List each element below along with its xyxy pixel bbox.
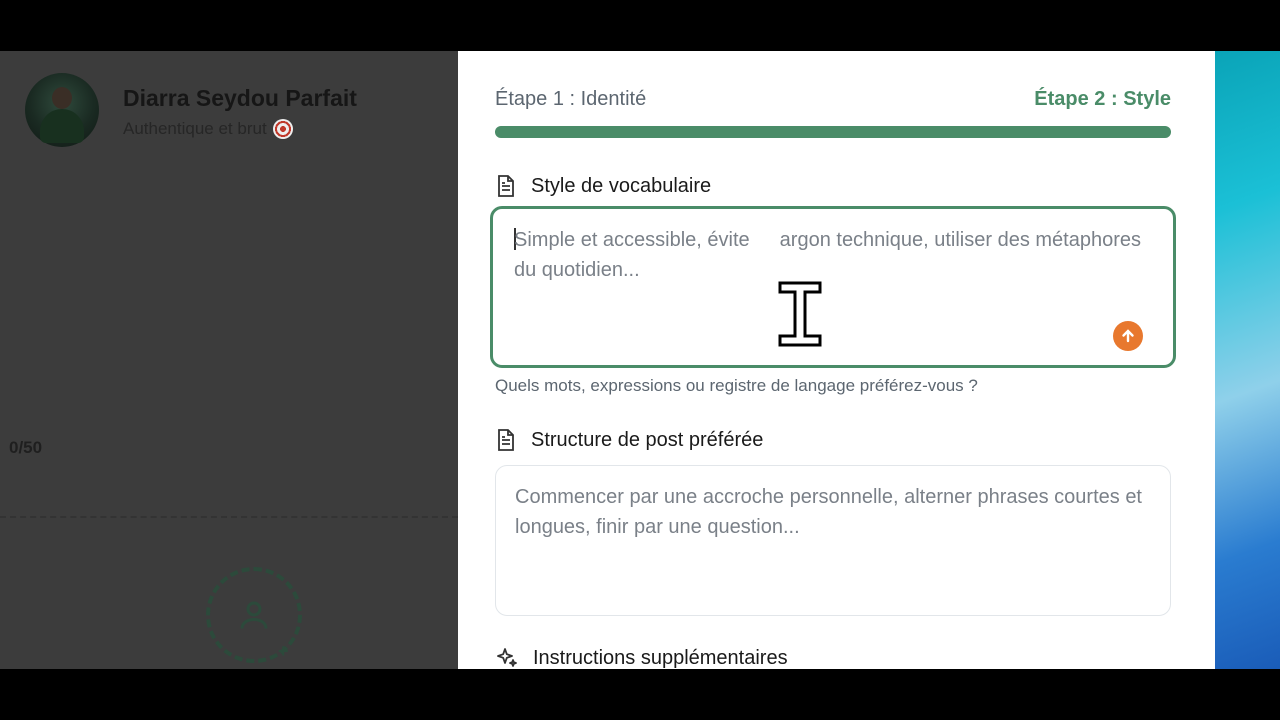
- progress-fill: [495, 126, 1171, 138]
- document-icon: [498, 175, 514, 197]
- progress-bar: [495, 126, 1171, 138]
- vocab-field-label: Style de vocabulaire: [495, 174, 711, 198]
- document-icon: [498, 429, 514, 451]
- profile-subtitle-text: Authentique et brut: [123, 119, 267, 138]
- background-page: Diarra Seydou Parfait Authentique et bru…: [0, 51, 458, 669]
- text-cursor-icon: [778, 281, 822, 347]
- structure-placeholder: Commencer par une accroche personnelle, …: [515, 486, 1142, 538]
- backdrop-wallpaper: [1215, 51, 1280, 669]
- vocab-label-text: Style de vocabulaire: [531, 174, 712, 197]
- vocab-submit-button[interactable]: [1113, 321, 1143, 351]
- user-icon: [240, 601, 268, 629]
- structure-label-text: Structure de post préférée: [531, 428, 764, 451]
- profile-subtitle: Authentique et brut: [123, 119, 293, 139]
- target-icon: [272, 119, 293, 139]
- instructions-label-text: Instructions supplémentaires: [533, 646, 788, 669]
- sparkles-icon: [497, 648, 517, 667]
- plus-icon: +: [278, 641, 289, 661]
- step-1-label[interactable]: Étape 1 : Identité: [495, 88, 646, 111]
- style-setup-panel: Étape 1 : Identité Étape 2 : Style Style…: [458, 51, 1215, 669]
- profile-name: Diarra Seydou Parfait: [123, 85, 357, 111]
- divider: [0, 516, 458, 518]
- instructions-field-label: Instructions supplémentaires: [495, 646, 788, 669]
- vocab-placeholder: Simple et accessible, évite: [514, 229, 750, 251]
- step-2-label[interactable]: Étape 2 : Style: [1034, 88, 1171, 111]
- vocab-hint: Quels mots, expressions ou registre de l…: [495, 376, 978, 395]
- avatar: [25, 73, 99, 147]
- vocab-textarea[interactable]: Simple et accessible, évite argon techniq…: [490, 206, 1176, 368]
- screen: Diarra Seydou Parfait Authentique et bru…: [0, 51, 1280, 669]
- arrow-up-icon: [1122, 329, 1134, 343]
- structure-field-label: Structure de post préférée: [495, 428, 763, 452]
- structure-textarea[interactable]: Commencer par une accroche personnelle, …: [495, 465, 1171, 616]
- character-counter: 0/50: [9, 438, 43, 457]
